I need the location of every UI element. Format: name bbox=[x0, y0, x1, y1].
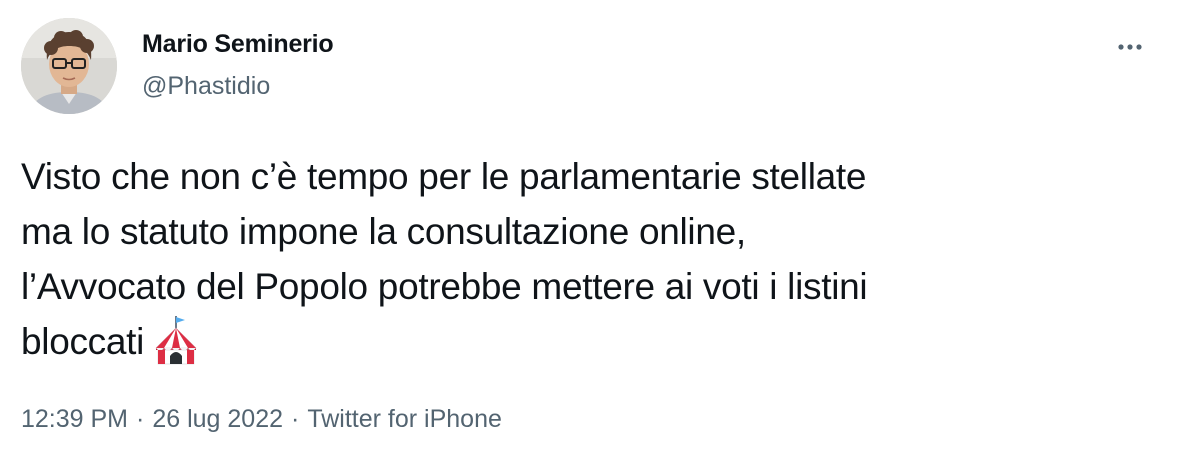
tweet-text-line: ma lo statuto impone la consultazione on… bbox=[21, 211, 746, 252]
tweet-text-line: l’Avvocato del Popolo potrebbe mettere a… bbox=[21, 266, 868, 307]
tweet-source[interactable]: Twitter for iPhone bbox=[307, 405, 502, 433]
tweet-text-line: bloccati bbox=[21, 321, 145, 362]
more-horizontal-icon bbox=[1118, 44, 1142, 50]
avatar[interactable] bbox=[21, 18, 117, 114]
tweet-text-line-last: bloccati bbox=[21, 314, 1141, 369]
tweet-time[interactable]: 12:39 PM bbox=[21, 405, 128, 433]
author-handle[interactable]: @Phastidio bbox=[142, 72, 270, 101]
meta-separator: · bbox=[136, 405, 145, 433]
avatar-photo bbox=[21, 18, 117, 114]
author-name[interactable]: Mario Seminerio bbox=[142, 30, 334, 59]
circus-tent-icon bbox=[152, 314, 200, 368]
tweet-meta: 12:39 PM · 26 lug 2022 · Twitter for iPhone bbox=[21, 405, 502, 434]
meta-separator: · bbox=[291, 405, 300, 433]
tweet-text: Visto che non c’è tempo per le parlament… bbox=[21, 149, 1141, 369]
more-options-button[interactable] bbox=[1110, 32, 1150, 62]
tweet-card[interactable]: Mario Seminerio @Phastidio Visto che non… bbox=[0, 0, 1178, 472]
tweet-text-line: Visto che non c’è tempo per le parlament… bbox=[21, 156, 867, 197]
tweet-date[interactable]: 26 lug 2022 bbox=[152, 405, 283, 433]
